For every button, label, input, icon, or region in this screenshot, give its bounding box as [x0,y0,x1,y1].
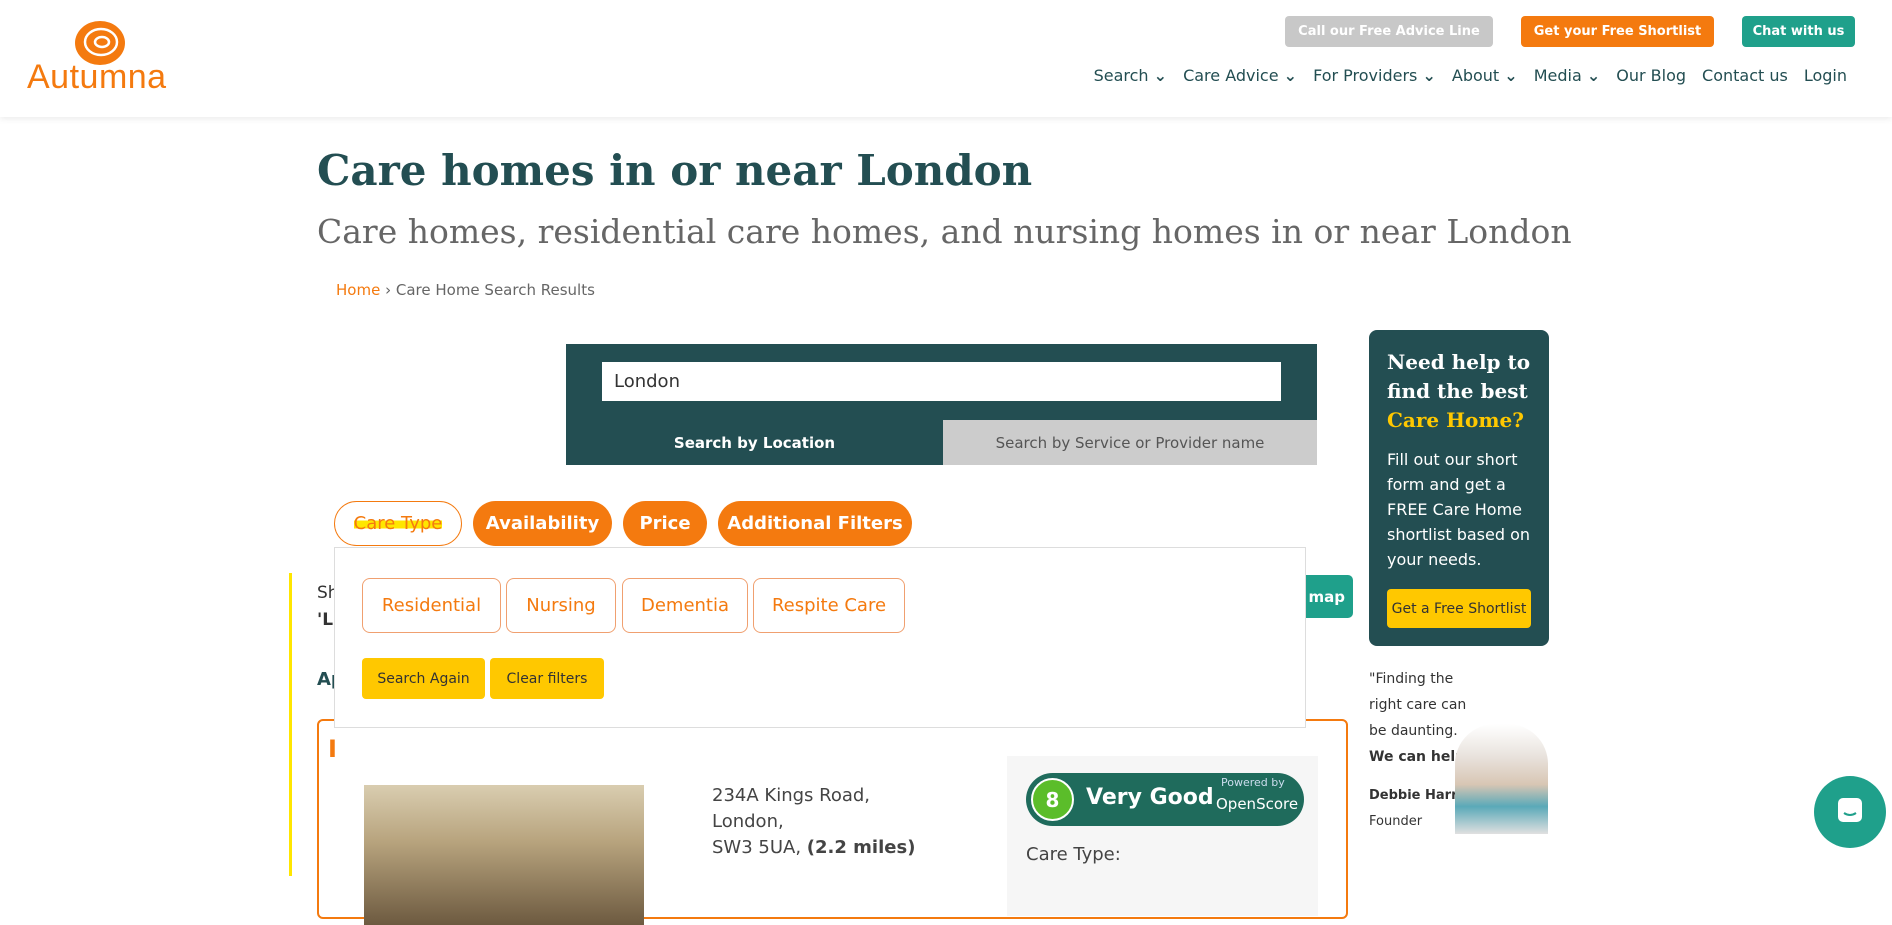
nav-media[interactable]: Media ⌄ [1534,66,1601,85]
page-subtitle: Care homes, residential care homes, and … [317,212,1572,251]
location-search-input[interactable] [602,362,1281,401]
openscore-logo: OpenScore [1216,795,1299,813]
search-panel: Search by Location Search by Service or … [566,344,1317,465]
care-type-filter[interactable]: Care Type [334,501,462,546]
search-again-button[interactable]: Search Again [362,658,485,699]
tab-search-by-provider[interactable]: Search by Service or Provider name [943,420,1317,465]
price-filter[interactable]: Price [623,501,707,546]
nav-login[interactable]: Login [1804,66,1847,85]
founder-role: Founder [1369,814,1423,829]
breadcrumb: Home › Care Home Search Results [336,281,595,299]
chevron-down-icon: ⌄ [1504,66,1518,85]
promo-title-highlight: Care Home? [1387,408,1524,432]
page-title: Care homes in or near London [317,146,1033,195]
distance: (2.2 miles) [806,837,916,858]
get-free-shortlist-button[interactable]: Get a Free Shortlist [1387,589,1531,628]
clear-filters-button[interactable]: Clear filters [490,658,604,699]
result-card[interactable]: I 234A Kings Road, London, SW3 5UA, (2.2 m… [317,719,1348,925]
breadcrumb-home[interactable]: Home [336,281,380,299]
nav-for-providers[interactable]: For Providers ⌄ [1313,66,1436,85]
care-home-photo[interactable] [364,785,644,925]
openscore-badge[interactable]: 8 Very Good Powered by OpenScore [1026,773,1304,826]
site-header: Autumna Call our Free Advice Line Get yo… [0,0,1892,117]
founder-photo [1455,724,1548,834]
address: 234A Kings Road, London, SW3 5UA, (2.2 mil… [712,785,916,858]
results-query: 'L [317,610,334,630]
chevron-right-icon: › [385,281,392,299]
chat-icon [1838,798,1862,822]
option-respite-care[interactable]: Respite Care [753,578,905,633]
autumna-logo[interactable]: Autumna [27,18,187,98]
care-type-label: Care Type: [1026,844,1121,865]
logo-text: Autumna [27,58,167,96]
powered-by: Powered by [1221,776,1285,789]
nav-about[interactable]: About ⌄ [1452,66,1518,85]
option-dementia[interactable]: Dementia [622,578,748,633]
main-nav: Search ⌄ Care Advice ⌄ For Providers ⌄ A… [1094,66,1847,85]
promo-description: Fill out our short form and get a FREE C… [1387,450,1531,569]
additional-filters[interactable]: Additional Filters [718,501,912,546]
promo-title: Need help to find the best [1387,350,1531,403]
score-circle: 8 [1031,778,1074,821]
nav-care-advice[interactable]: Care Advice ⌄ [1183,66,1297,85]
chat-button[interactable]: Chat with us [1742,16,1855,47]
card-title: I [328,735,337,763]
chevron-down-icon: ⌄ [1283,66,1298,85]
chevron-down-icon: ⌄ [1422,66,1436,85]
nav-search[interactable]: Search ⌄ [1094,66,1167,85]
nav-our-blog[interactable]: Our Blog [1616,66,1686,85]
chat-widget-button[interactable] [1814,776,1886,848]
highlight-annotation [289,573,292,876]
free-shortlist-button[interactable]: Get your Free Shortlist [1521,16,1714,47]
chevron-down-icon: ⌄ [1153,66,1168,85]
option-nursing[interactable]: Nursing [506,578,616,633]
nav-contact-us[interactable]: Contact us [1702,66,1788,85]
availability-filter[interactable]: Availability [473,501,612,546]
score-panel: 8 Very Good Powered by OpenScore Care Ty… [1007,756,1318,916]
care-type-dropdown: Residential Nursing Dementia Respite Car… [334,547,1306,728]
option-residential[interactable]: Residential [362,578,501,633]
shortlist-promo: Need help to find the best Care Home? Fi… [1369,330,1549,646]
rating-label: Very Good [1086,785,1214,810]
chevron-down-icon: ⌄ [1586,66,1601,85]
breadcrumb-current: Care Home Search Results [395,281,595,299]
call-advice-line-button[interactable]: Call our Free Advice Line [1285,16,1493,47]
tab-search-by-location[interactable]: Search by Location [566,420,943,465]
